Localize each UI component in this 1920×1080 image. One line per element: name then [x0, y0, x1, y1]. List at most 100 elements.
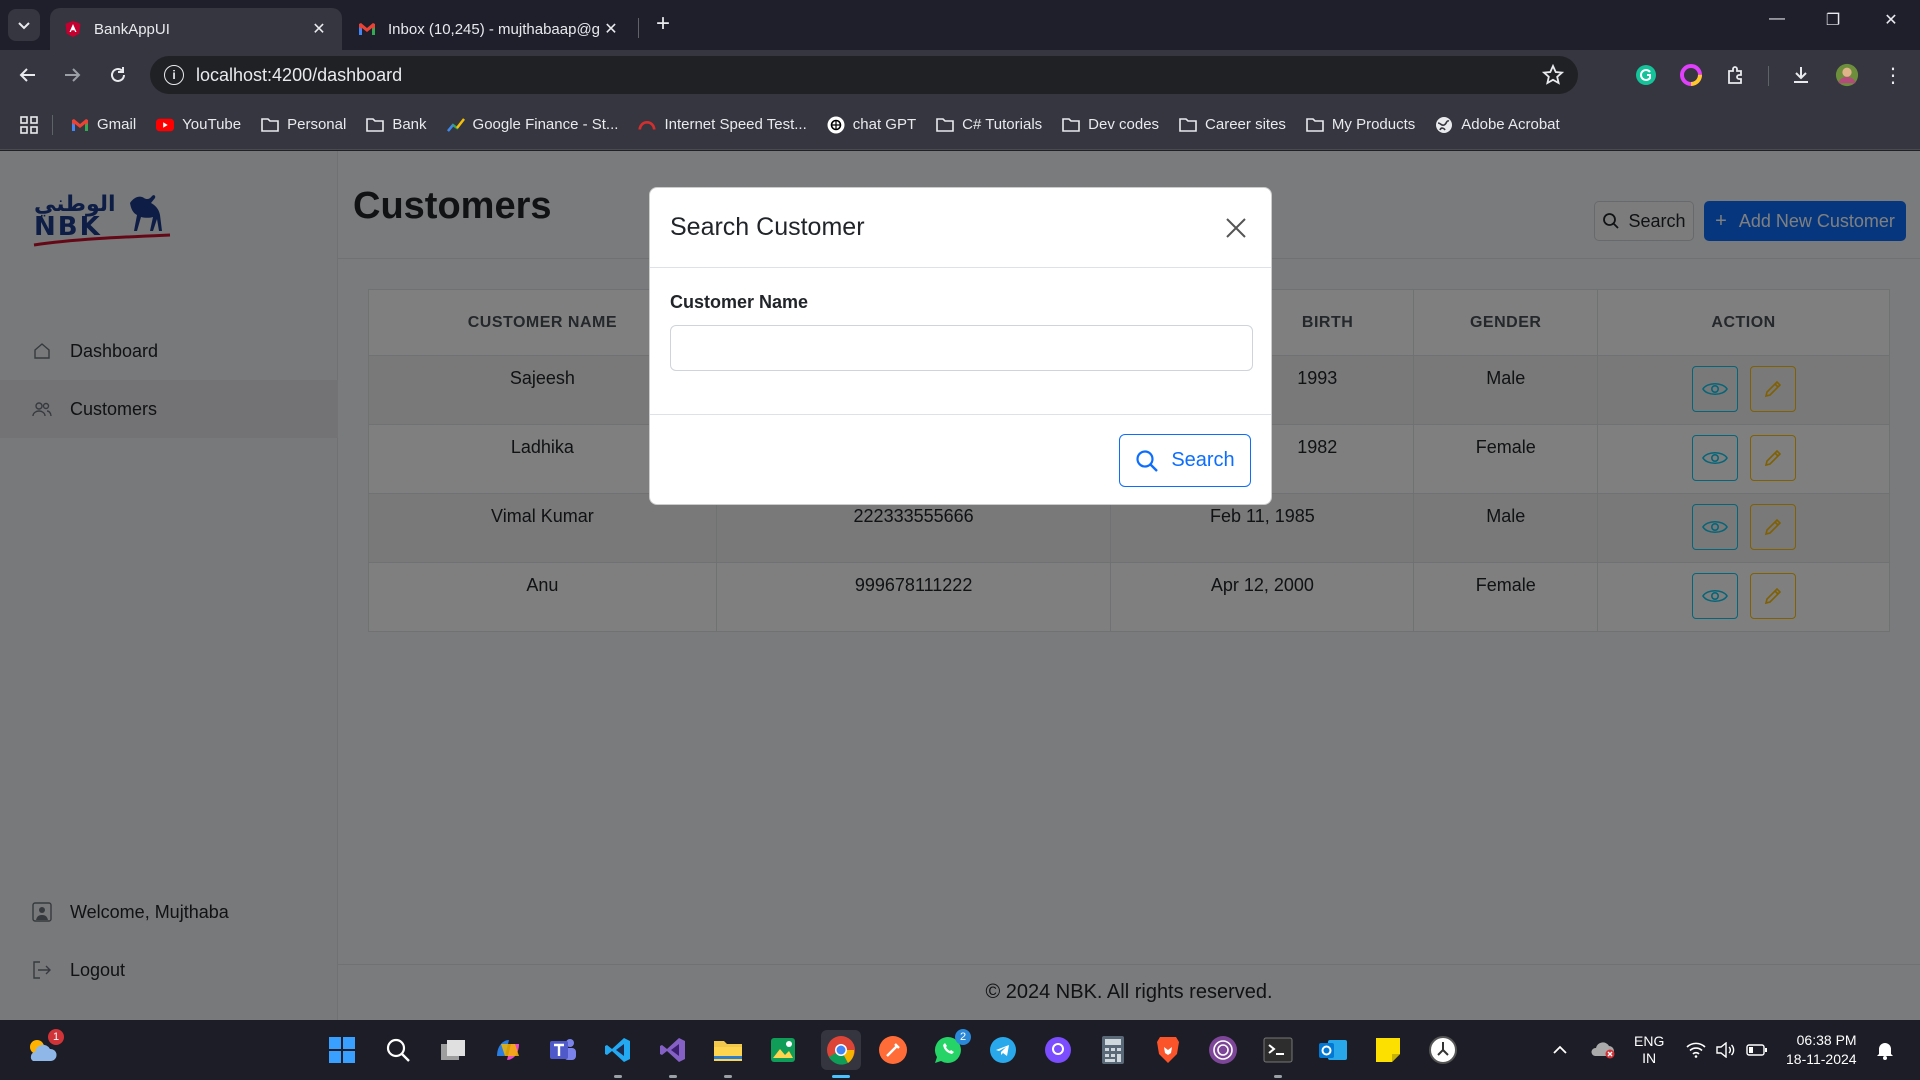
browser-tabstrip: BankAppUI ✕ Inbox (10,245) - mujthabaap@… — [0, 0, 1920, 50]
telegram-icon[interactable] — [986, 1033, 1020, 1067]
bookmark-label: Google Finance - St... — [472, 116, 619, 133]
bookmark-label: Adobe Acrobat — [1461, 116, 1560, 133]
bookmark-folder-my-products[interactable]: My Products — [1306, 116, 1415, 133]
folder-icon — [366, 117, 385, 133]
outlook-icon[interactable] — [1316, 1033, 1350, 1067]
customer-name-input[interactable] — [670, 325, 1253, 371]
bookmark-google-finance[interactable]: Google Finance - St... — [446, 116, 619, 133]
bookmark-folder-career[interactable]: Career sites — [1179, 116, 1286, 133]
sticky-notes-icon[interactable] — [1371, 1033, 1405, 1067]
restore-button[interactable]: ❐ — [1818, 10, 1848, 30]
search-icon — [1136, 449, 1159, 472]
bookmark-gmail[interactable]: Gmail — [71, 116, 136, 133]
site-info-icon[interactable]: i — [164, 65, 184, 85]
photos-app-icon[interactable] — [766, 1033, 800, 1067]
browser-menu-icon[interactable]: ⋮ — [1881, 63, 1905, 87]
brave-icon[interactable] — [1151, 1033, 1185, 1067]
browser-tab-bankappui[interactable]: BankAppUI ✕ — [50, 8, 342, 50]
youtube-icon — [156, 117, 175, 133]
bookmark-label: Internet Speed Test... — [664, 116, 807, 133]
chrome-icon[interactable] — [821, 1030, 861, 1070]
whatsapp-icon[interactable]: 2 — [931, 1029, 971, 1067]
battery-icon[interactable] — [1746, 1020, 1768, 1080]
teams-icon[interactable] — [546, 1033, 580, 1067]
back-button[interactable] — [14, 61, 42, 89]
weather-badge: 1 — [48, 1029, 64, 1045]
onedrive-error-icon[interactable] — [1590, 1020, 1616, 1080]
wifi-icon[interactable] — [1686, 1020, 1706, 1080]
bookmark-label: Gmail — [97, 116, 137, 133]
modal-close-button[interactable] — [1221, 213, 1251, 243]
volume-icon[interactable] — [1716, 1020, 1736, 1080]
bookmark-youtube[interactable]: YouTube — [156, 116, 241, 133]
task-view-icon[interactable] — [436, 1033, 470, 1067]
address-bar[interactable]: i localhost:4200/dashboard — [150, 56, 1578, 94]
bookmark-label: YouTube — [182, 116, 242, 133]
visual-studio-icon[interactable] — [656, 1033, 690, 1067]
browser-tab-inbox[interactable]: Inbox (10,245) - mujthabaap@g ✕ — [344, 8, 634, 50]
system-clock[interactable]: 06:38 PM 18-11-2024 — [1786, 1020, 1857, 1080]
language-code: ENG — [1634, 1033, 1665, 1049]
bookmark-adobe-acrobat[interactable]: Adobe Acrobat — [1435, 116, 1560, 133]
minimize-button[interactable]: — — [1762, 10, 1792, 28]
browser-toolbar: i localhost:4200/dashboard ⋮ — [0, 50, 1920, 100]
modal-body: Customer Name — [650, 268, 1271, 415]
apps-grid-icon[interactable] — [20, 115, 38, 134]
chatgpt-icon — [827, 116, 845, 133]
search-customer-modal: Search Customer Customer Name Search — [649, 187, 1272, 505]
bookmark-chatgpt[interactable]: chat GPT — [827, 116, 916, 133]
color-picker-extension-icon[interactable] — [1679, 63, 1703, 87]
arrow-left-icon — [19, 68, 35, 82]
postman-icon[interactable] — [876, 1033, 910, 1067]
tor-browser-icon[interactable] — [1206, 1033, 1240, 1067]
bookmark-label: My Products — [1331, 116, 1416, 133]
modal-search-button[interactable]: Search — [1119, 434, 1251, 487]
input-language-indicator[interactable]: ENG IN — [1634, 1020, 1664, 1080]
bookmark-folder-csharp[interactable]: C# Tutorials — [936, 116, 1042, 133]
app-viewport: الوطني NBK Dashboard Customers Welcome, … — [0, 151, 1920, 1020]
clock-app-icon[interactable] — [1426, 1033, 1460, 1067]
tab-title: Inbox (10,245) - mujthabaap@g — [388, 20, 601, 38]
weather-widget-icon[interactable]: 1 — [24, 1029, 64, 1067]
bookmark-label: Dev codes — [1088, 116, 1160, 133]
notifications-bell-icon[interactable] — [1876, 1020, 1894, 1080]
start-windows-icon[interactable] — [325, 1033, 359, 1067]
bookmark-label: C# Tutorials — [962, 116, 1043, 133]
bookmarks-separator — [52, 114, 53, 135]
github-icon[interactable] — [1041, 1033, 1075, 1067]
profile-avatar[interactable] — [1835, 63, 1859, 87]
google-finance-icon — [446, 117, 465, 133]
taskbar-search-icon[interactable] — [381, 1033, 415, 1067]
close-tab-icon[interactable]: ✕ — [602, 19, 620, 39]
close-icon — [1226, 217, 1246, 238]
copilot-icon[interactable] — [491, 1033, 525, 1067]
new-tab-button[interactable]: + — [652, 12, 674, 38]
bookmark-folder-personal[interactable]: Personal — [261, 116, 346, 133]
tab-search-button[interactable] — [8, 9, 40, 41]
bookmark-speed-test[interactable]: Internet Speed Test... — [638, 116, 807, 133]
vscode-icon[interactable] — [601, 1033, 635, 1067]
globe-icon — [1435, 116, 1453, 133]
close-tab-icon[interactable]: ✕ — [310, 19, 328, 39]
file-explorer-icon[interactable] — [711, 1033, 745, 1067]
reload-button[interactable] — [104, 61, 132, 89]
reload-icon — [111, 67, 125, 82]
modal-title: Search Customer — [670, 213, 865, 241]
downloads-icon[interactable] — [1789, 63, 1813, 87]
bookmark-folder-bank[interactable]: Bank — [366, 116, 427, 133]
calculator-icon[interactable] — [1096, 1033, 1130, 1067]
close-window-button[interactable]: ✕ — [1876, 10, 1906, 30]
clock-date: 18-11-2024 — [1786, 1051, 1857, 1067]
modal-footer: Search — [650, 415, 1271, 505]
bookmark-folder-dev-codes[interactable]: Dev codes — [1062, 116, 1159, 133]
bookmark-label: chat GPT — [852, 116, 917, 133]
customer-name-label: Customer Name — [670, 292, 809, 312]
forward-button[interactable] — [58, 61, 86, 89]
grammarly-icon[interactable] — [1634, 63, 1658, 87]
show-hidden-icons-button[interactable] — [1552, 1020, 1568, 1080]
gmail-icon — [358, 20, 376, 38]
arrow-right-icon — [65, 68, 81, 82]
terminal-icon[interactable] — [1261, 1033, 1295, 1067]
bookmark-star-icon[interactable] — [1541, 63, 1565, 91]
extensions-puzzle-icon[interactable] — [1724, 63, 1748, 87]
